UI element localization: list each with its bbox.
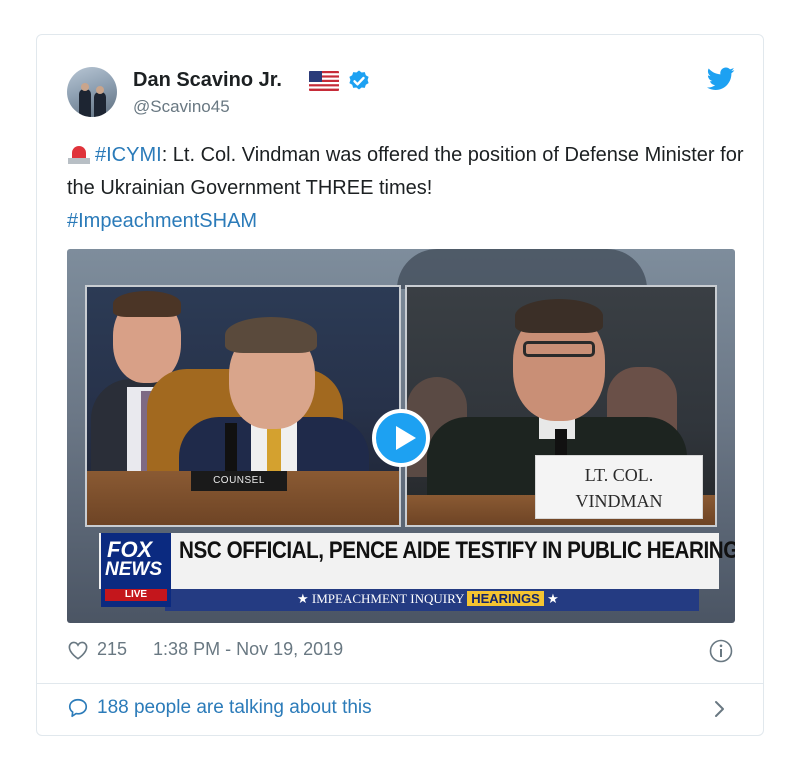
chyron-headline: NSC OFFICIAL, PENCE AIDE TESTIFY IN PUBL… xyxy=(179,537,735,564)
subbar-highlight: HEARINGS xyxy=(467,591,544,606)
tweet-text: #ICYMI: Lt. Col. Vindman was offered the… xyxy=(67,139,747,238)
fox-news-logo: FOX NEWS LIVE xyxy=(101,533,171,607)
info-icon[interactable] xyxy=(709,639,733,663)
like-count[interactable]: 215 xyxy=(97,639,127,660)
video-panel-right: LT. COL. VINDMAN xyxy=(405,285,717,527)
chevron-right-icon[interactable] xyxy=(713,697,727,721)
subbar-prefix: ★ IMPEACHMENT INQUIRY xyxy=(297,591,464,606)
avatar-figure-head xyxy=(81,83,89,91)
live-badge: LIVE xyxy=(105,589,167,601)
rotating-light-icon xyxy=(67,144,91,164)
news-chyron: NSC OFFICIAL, PENCE AIDE TESTIFY IN PUBL… xyxy=(99,533,735,589)
subbar-text: ★ IMPEACHMENT INQUIRY HEARINGS ★ xyxy=(297,591,559,607)
microphone xyxy=(225,423,237,475)
conversation-link[interactable]: 188 people are talking about this xyxy=(67,697,372,719)
subbar-suffix: ★ xyxy=(547,591,559,606)
footer-divider xyxy=(37,683,763,684)
twitter-bird-icon[interactable] xyxy=(707,67,735,91)
us-flag-icon xyxy=(309,71,339,91)
author-handle[interactable]: @Scavino45 xyxy=(133,97,230,117)
speech-bubble-icon xyxy=(68,698,88,718)
logo-text-news: NEWS xyxy=(105,559,162,580)
nameplate-rank: LT. COL. xyxy=(584,465,654,485)
nameplate-name: VINDMAN xyxy=(575,491,663,511)
news-subbar: ★ IMPEACHMENT INQUIRY HEARINGS ★ xyxy=(165,589,699,611)
play-button-icon[interactable] xyxy=(372,409,430,467)
author-name[interactable]: Dan Scavino Jr. xyxy=(133,69,282,92)
avatar-figure xyxy=(94,92,106,117)
tweet-card: Dan Scavino Jr. @Scavino45 #ICYMI: Lt. C… xyxy=(36,34,764,736)
verified-badge-icon xyxy=(349,70,369,90)
video-panel-left: COUNSEL xyxy=(85,285,401,527)
nameplate-counsel: COUNSEL xyxy=(191,471,287,491)
tweet-body: : Lt. Col. Vindman was offered the posit… xyxy=(67,144,744,199)
avatar-figure-head xyxy=(96,86,104,94)
avatar-figure xyxy=(79,89,91,117)
author-avatar[interactable] xyxy=(67,67,117,117)
heart-icon[interactable] xyxy=(67,640,89,660)
tweet-meta: 215 1:38 PM - Nov 19, 2019 xyxy=(67,639,343,660)
nameplate-vindman: LT. COL. VINDMAN xyxy=(535,455,703,519)
tweet-timestamp[interactable]: 1:38 PM - Nov 19, 2019 xyxy=(153,639,343,660)
hashtag-impeachmentsham[interactable]: #ImpeachmentSHAM xyxy=(67,210,257,232)
talking-count-text[interactable]: 188 people are talking about this xyxy=(97,697,372,719)
hashtag-icymi[interactable]: #ICYMI xyxy=(95,144,162,166)
capitol-dome-graphic xyxy=(397,249,647,289)
video-thumbnail[interactable]: COUNSEL LT. COL. VINDMAN NSC OFFICIAL, P… xyxy=(67,249,735,623)
